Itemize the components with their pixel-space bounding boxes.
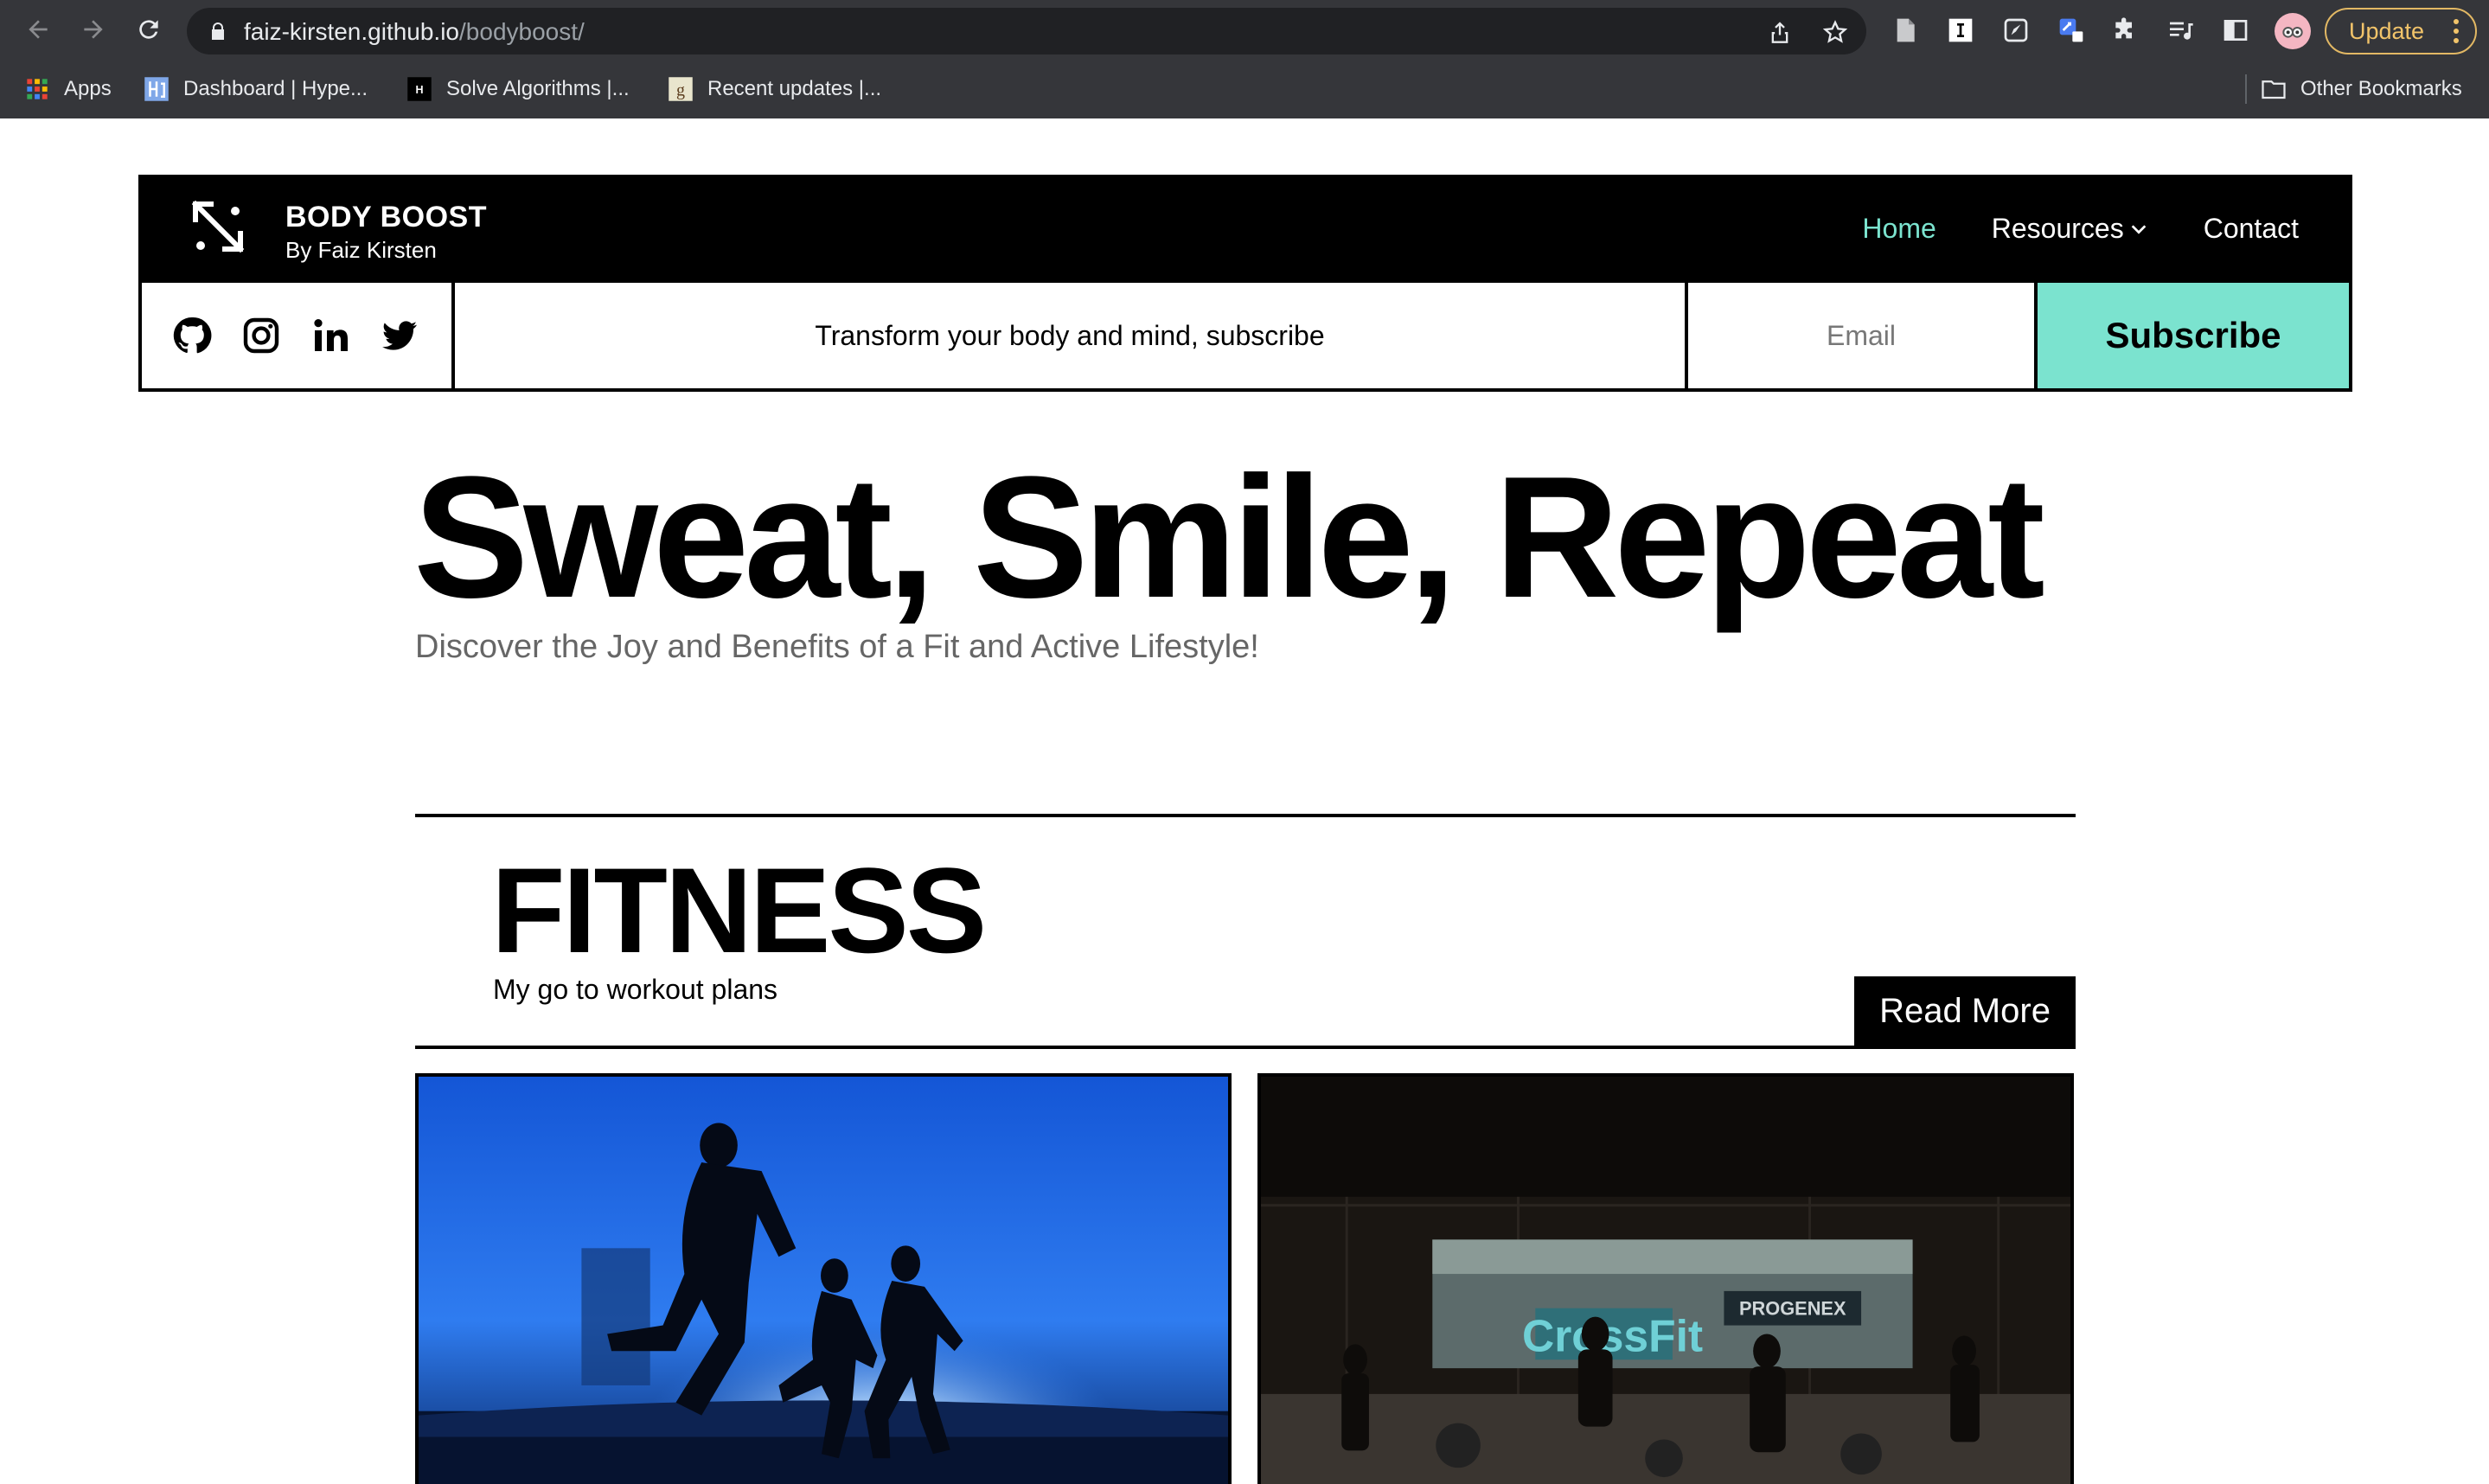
profile-avatar[interactable] xyxy=(2275,13,2311,49)
subscribe-bar: Transform your body and mind, subscribe … xyxy=(138,283,2352,392)
svg-text:CrossFit: CrossFit xyxy=(1522,1310,1703,1360)
chevron-down-icon xyxy=(2131,224,2147,234)
brand-subtitle: By Faiz Kirsten xyxy=(285,237,437,263)
social-links xyxy=(142,283,455,388)
more-menu-icon[interactable] xyxy=(2453,18,2460,44)
nav-contact[interactable]: Contact xyxy=(2204,213,2299,245)
section-subtitle: My go to workout plans xyxy=(493,974,778,1005)
forward-icon[interactable] xyxy=(76,12,111,47)
goodreads-icon: g xyxy=(668,76,694,102)
brand-name[interactable]: BODY BOOST xyxy=(285,201,487,234)
nav-resources[interactable]: Resources xyxy=(1992,213,2148,245)
address-bar[interactable]: faiz-kirsten.github.io/bodyboost/ xyxy=(187,8,1866,54)
section-title: FITNESS xyxy=(491,842,987,978)
hyperskill-icon xyxy=(144,76,170,102)
bookmark-hackerrank[interactable]: H Solve Algorithms |... xyxy=(406,69,630,109)
bookmarks-divider xyxy=(2245,74,2247,104)
site-header: BODY BOOST By Faiz Kirsten Home Resource… xyxy=(138,175,2352,283)
browser-toolbar: faiz-kirsten.github.io/bodyboost/ Update xyxy=(0,0,2489,61)
url-text: faiz-kirsten.github.io/bodyboost/ xyxy=(244,18,585,45)
lock-icon[interactable] xyxy=(208,21,228,42)
svg-text:H: H xyxy=(415,84,423,96)
svg-text:PROGENEX: PROGENEX xyxy=(1739,1298,1846,1320)
twitter-icon[interactable] xyxy=(379,314,448,357)
svg-text:g: g xyxy=(676,81,685,100)
bookmark-other[interactable]: Other Bookmarks xyxy=(2261,69,2462,109)
read-more-button[interactable]: Read More xyxy=(1854,976,2076,1046)
side-panel-icon[interactable] xyxy=(2221,16,2250,45)
bookmark-goodreads[interactable]: g Recent updates |... xyxy=(668,69,881,109)
main-nav: Home Resources Contact xyxy=(1862,175,2299,283)
instapaper-icon[interactable] xyxy=(1946,16,1975,45)
puzzle-extensions-icon[interactable] xyxy=(2110,16,2140,45)
nav-home[interactable]: Home xyxy=(1862,213,1936,245)
browser-chrome: faiz-kirsten.github.io/bodyboost/ Update… xyxy=(0,0,2489,118)
share-icon[interactable] xyxy=(1768,20,1792,44)
page: BODY BOOST By Faiz Kirsten Home Resource… xyxy=(0,118,2489,1484)
bookmark-apps[interactable]: Apps xyxy=(24,69,112,109)
pen-extension-icon[interactable] xyxy=(2001,16,2031,45)
arrow-logo-icon[interactable] xyxy=(190,199,251,259)
apps-grid-icon xyxy=(24,76,50,102)
bookmarks-bar: Apps Dashboard | Hype... H Solve Algorit… xyxy=(0,69,2489,109)
linkedin-icon[interactable] xyxy=(310,314,379,357)
fitness-section: FITNESS My go to workout plans Read More xyxy=(415,814,2076,1049)
instagram-icon[interactable] xyxy=(240,314,310,357)
folder-icon xyxy=(2261,76,2287,102)
github-icon[interactable] xyxy=(171,314,240,357)
runners-silhouette-photo[interactable] xyxy=(415,1073,1232,1484)
hero-title: Sweat, Smile, Repeat xyxy=(413,441,2045,634)
email-field[interactable] xyxy=(1688,283,2034,388)
back-icon[interactable] xyxy=(21,12,55,47)
subscribe-button[interactable]: Subscribe xyxy=(2038,283,2349,388)
reading-list-icon[interactable] xyxy=(2166,16,2195,45)
document-extension-icon[interactable] xyxy=(1891,16,1920,45)
hackerrank-icon: H xyxy=(406,76,432,102)
translate-extension-icon[interactable] xyxy=(2057,16,2086,45)
hero-subtitle: Discover the Joy and Benefits of a Fit a… xyxy=(415,629,1259,665)
email-field-wrapper xyxy=(1688,283,2038,388)
subscribe-tagline: Transform your body and mind, subscribe xyxy=(455,283,1688,388)
update-button[interactable]: Update xyxy=(2325,8,2477,54)
reload-icon[interactable] xyxy=(131,12,166,47)
bookmark-star-icon[interactable] xyxy=(1823,20,1847,44)
bookmark-hyperskill[interactable]: Dashboard | Hype... xyxy=(144,69,368,109)
crossfit-gym-photo[interactable]: CrossFit PROGENEX xyxy=(1257,1073,2074,1484)
